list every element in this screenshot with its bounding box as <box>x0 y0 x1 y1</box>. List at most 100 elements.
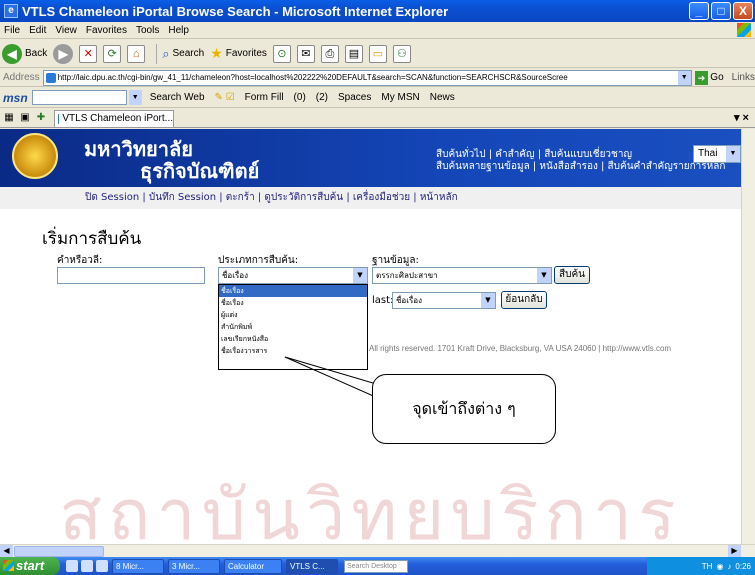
tab-vtls[interactable]: VTLS Chameleon iPort... <box>54 109 174 127</box>
network-icon[interactable]: ◉ <box>716 562 723 571</box>
scroll-left-icon[interactable]: ◀ <box>0 545 13 557</box>
close-button[interactable]: X <box>733 2 753 20</box>
tab-list-icon[interactable]: ▦ <box>2 111 16 125</box>
back-arrow-icon: ◀ <box>2 43 22 64</box>
forward-arrow-icon: ▶ <box>53 43 74 64</box>
tab-bar: ▦ ▣ ✚ VTLS Chameleon iPort... ▾ × <box>0 109 755 128</box>
chevron-down-icon[interactable]: ▼ <box>677 70 691 85</box>
quick-launch-icon[interactable] <box>81 560 93 572</box>
menu-favorites[interactable]: Favorites <box>86 25 127 36</box>
form-fill-button[interactable]: Form Fill <box>245 92 284 103</box>
volume-icon[interactable]: ♪ <box>727 562 731 571</box>
back-page-button[interactable]: ย้อนกลับ <box>501 291 547 309</box>
search-mode-links[interactable]: สืบค้นทั่วไป | คำสำคัญ | สืบค้นแบบเชี่ยว… <box>436 149 725 173</box>
option-journal-title[interactable]: ชื่อเรื่องวารสาร <box>219 345 367 357</box>
chevron-down-icon[interactable]: ▼ <box>726 146 740 162</box>
chevron-down-icon[interactable]: ▼ <box>128 90 142 105</box>
links-button[interactable]: Links <box>732 72 755 83</box>
clock: 0:26 <box>735 561 751 571</box>
go-button[interactable]: Go <box>710 72 723 83</box>
news-button[interactable]: News <box>430 92 455 103</box>
refresh-icon[interactable]: ⟳ <box>103 44 122 63</box>
my-msn-button[interactable]: My MSN <box>381 92 419 103</box>
menu-file[interactable]: File <box>4 25 20 36</box>
quick-tabs-icon[interactable]: ▣ <box>18 111 32 125</box>
back-button[interactable]: ◀ Back <box>2 43 47 64</box>
keyword-input[interactable] <box>57 267 205 284</box>
window-title: VTLS Chameleon iPortal Browse Search - M… <box>22 3 449 19</box>
scroll-right-icon[interactable]: ▶ <box>728 545 741 557</box>
history-icon[interactable]: ⊙ <box>272 44 291 63</box>
search-button[interactable]: ⌕ Search <box>162 46 204 62</box>
option-call-number[interactable]: เลขเรียกหนังสือ <box>219 333 367 345</box>
system-tray: TH ◉ ♪ 0:26 <box>647 557 755 575</box>
address-label: Address <box>3 72 40 83</box>
go-arrow-icon[interactable]: ➜ <box>694 70 709 85</box>
page-icon <box>58 113 60 124</box>
taskbar-excel-group[interactable]: 3 Micr... <box>168 558 220 574</box>
taskbar-word-group[interactable]: 8 Micr... <box>112 558 164 574</box>
input-language[interactable]: TH <box>702 562 713 571</box>
desktop-search-input[interactable]: Search Desktop <box>344 559 408 573</box>
menu-tools[interactable]: Tools <box>136 25 159 36</box>
maximize-button[interactable]: □ <box>711 2 731 20</box>
home-icon[interactable]: ⌂ <box>127 44 146 63</box>
last-search-select[interactable]: ชื่อเรื่อง ▼ <box>392 292 496 309</box>
last-label: last: <box>372 295 394 306</box>
session-nav-links[interactable]: ปิด Session | บันทึก Session | ตะกร้า | … <box>0 187 741 209</box>
option-title-alt[interactable]: ชื่อเรื่อง <box>219 297 367 309</box>
taskbar-calculator[interactable]: Calculator <box>224 558 282 574</box>
address-input[interactable]: http://laic.dpu.ac.th/cgi-bin/gw_41_11/c… <box>42 69 692 86</box>
spaces-button[interactable]: Spaces <box>338 92 371 103</box>
msn-toolbar: msn ▼ Search Web ✎ ☑ Form Fill (0) (2) S… <box>0 88 755 108</box>
msn-logo[interactable]: msn <box>3 91 28 105</box>
stop-icon[interactable]: ✕ <box>79 44 98 63</box>
title-bar: e VTLS Chameleon iPortal Browse Search -… <box>0 0 755 22</box>
horizontal-scrollbar[interactable]: ◀ ▶ <box>0 544 755 557</box>
search-type-select[interactable]: ชื่อเรื่อง ▼ <box>218 267 368 284</box>
quick-launch-icon[interactable] <box>66 560 78 572</box>
menu-help[interactable]: Help <box>168 25 189 36</box>
chevron-down-icon[interactable]: ▼ <box>353 268 367 283</box>
web-page: สถาบันวิทยบริการ มหาวิทยาลัย ธุรกิจบัณฑิ… <box>0 129 741 544</box>
minimize-button[interactable]: _ <box>689 2 709 20</box>
messenger-icon[interactable]: ⚇ <box>392 44 411 63</box>
scroll-thumb[interactable] <box>14 545 104 557</box>
start-button[interactable]: start <box>0 557 60 575</box>
menu-edit[interactable]: Edit <box>29 25 46 36</box>
favorites-button[interactable]: ★ Favorites <box>210 45 267 62</box>
search-button[interactable]: สืบค้น <box>554 266 590 284</box>
windows-taskbar: start 8 Micr... 3 Micr... Calculator VTL… <box>0 557 755 575</box>
option-publisher[interactable]: สำนักพิมพ์ <box>219 321 367 333</box>
page-icon <box>45 72 56 83</box>
folder-icon[interactable]: ▭ <box>368 44 387 63</box>
contacts-count-button[interactable]: (2) <box>316 92 328 103</box>
add-favorite-icon[interactable]: ✚ <box>34 111 48 125</box>
page-heading: เริ่มการสืบค้น <box>42 229 142 249</box>
windows-logo-icon <box>737 23 751 37</box>
menu-view[interactable]: View <box>55 25 77 36</box>
database-select[interactable]: ตรรกะศิลปะสาขา ▼ <box>372 267 552 284</box>
option-author[interactable]: ผู้แต่ง <box>219 309 367 321</box>
option-title[interactable]: ชื่อเรื่อง <box>219 285 367 297</box>
mail-count-button[interactable]: (0) <box>294 92 306 103</box>
university-name-line2: ธุรกิจบัณฑิตย์ <box>140 159 260 183</box>
ie-app-icon: e <box>4 4 18 18</box>
taskbar-vtls[interactable]: VTLS C... <box>286 558 338 574</box>
forward-button[interactable]: ▶ <box>53 43 74 64</box>
close-tab-icon[interactable]: ▾ × <box>734 111 749 124</box>
chevron-down-icon[interactable]: ▼ <box>481 293 495 308</box>
search-web-button[interactable]: Search Web <box>150 92 205 103</box>
print-icon[interactable]: ⎙ <box>320 44 339 63</box>
mail-icon[interactable]: ✉ <box>296 44 315 63</box>
chevron-down-icon[interactable]: ▼ <box>537 268 551 283</box>
database-label: ฐานข้อมูล: <box>372 255 419 266</box>
search-type-options[interactable]: ชื่อเรื่อง ชื่อเรื่อง ผู้แต่ง สำนักพิมพ์… <box>218 284 368 370</box>
language-select[interactable]: Thai ▼ <box>693 145 741 163</box>
vertical-scrollbar[interactable] <box>741 129 755 544</box>
edit-icon[interactable]: ▤ <box>344 44 363 63</box>
quick-launch-icon[interactable] <box>96 560 108 572</box>
highlight-icon[interactable]: ✎ ☑ <box>215 92 235 103</box>
university-seal-logo <box>12 133 58 179</box>
msn-search-input[interactable] <box>31 90 127 105</box>
